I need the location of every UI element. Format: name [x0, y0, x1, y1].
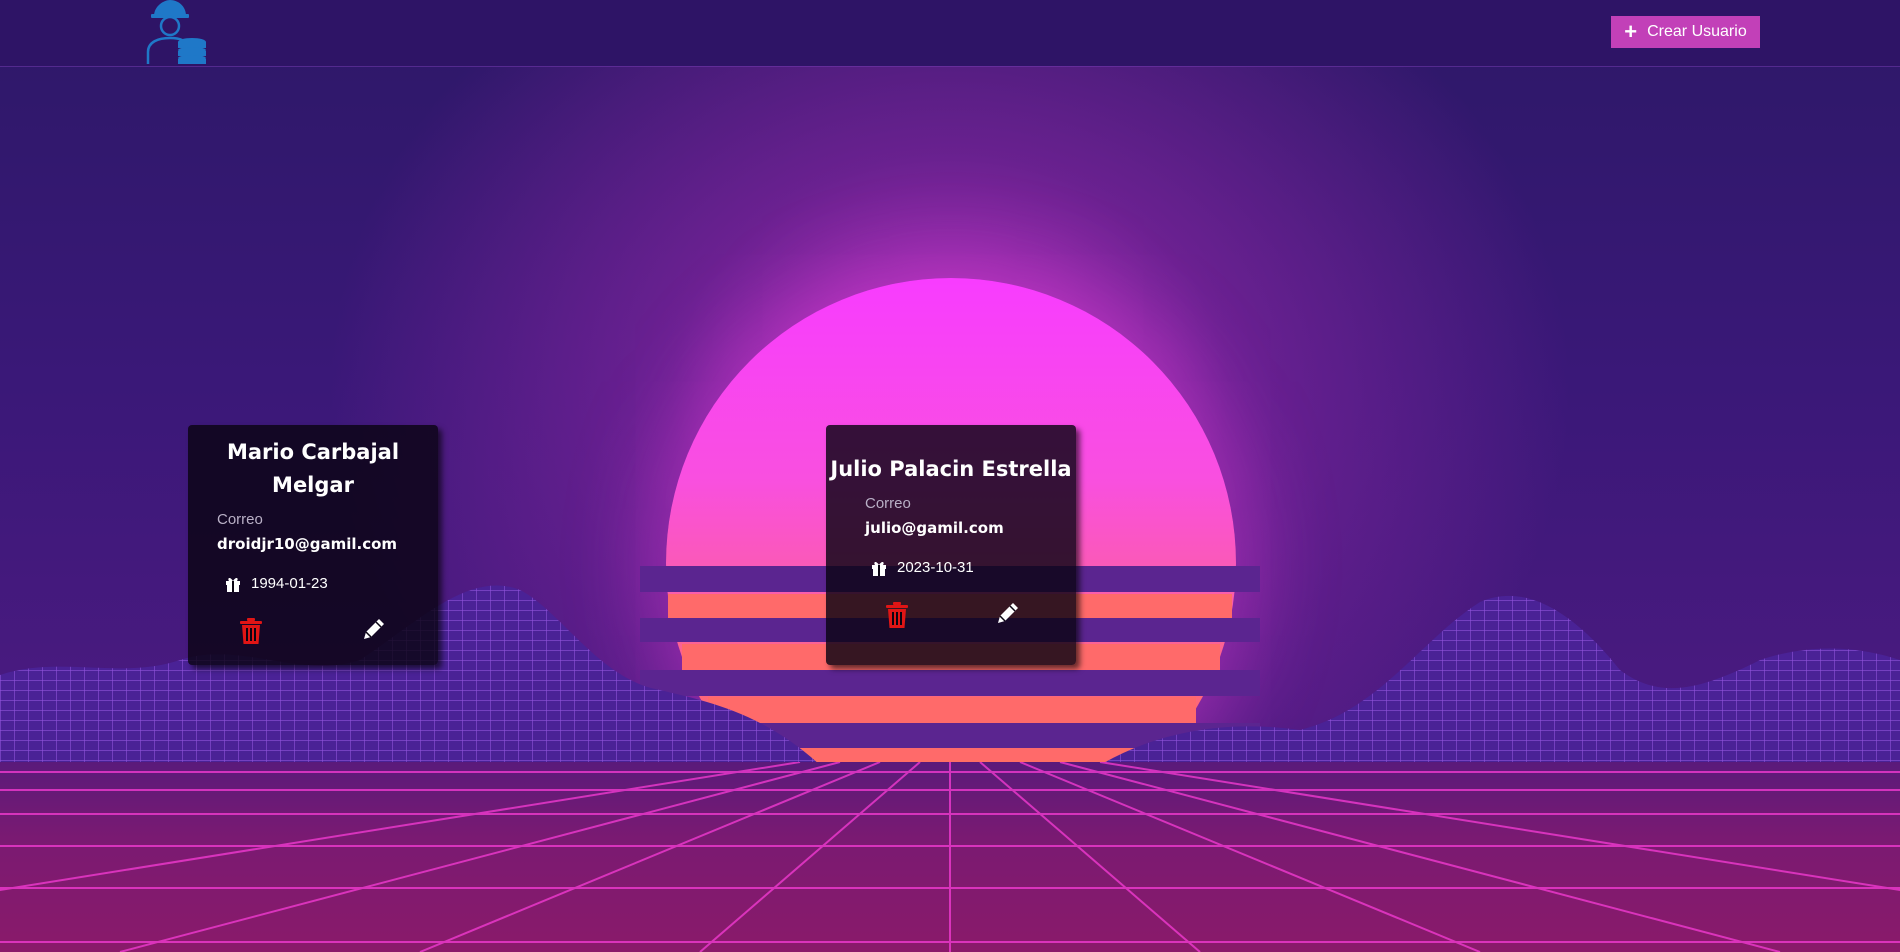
pencil-icon: [998, 603, 1018, 623]
grid-floor: [0, 762, 1900, 952]
user-card: Julio Palacin Estrella Correo julio@gami…: [826, 425, 1076, 665]
floor-grid-lines: [0, 762, 1900, 952]
gift-icon: [226, 577, 240, 592]
create-user-button[interactable]: + Crear Usuario: [1611, 16, 1760, 48]
user-name: Julio Palacin Estrella: [830, 457, 1072, 481]
engineer-database-icon[interactable]: [140, 0, 206, 66]
trash-icon: [240, 618, 262, 644]
user-email: droidjr10@gamil.com: [217, 535, 398, 553]
user-name: Mario Carbajal Melgar: [226, 440, 400, 497]
email-label: Correo: [217, 511, 263, 528]
user-birthdate: 1994-01-23: [251, 575, 328, 592]
gift-icon: [872, 561, 886, 576]
edit-user-button[interactable]: [992, 597, 1024, 629]
user-email: julio@gamil.com: [865, 519, 1004, 537]
email-label: Correo: [865, 495, 911, 512]
birthdate-row: 2023-10-31: [871, 559, 974, 576]
delete-user-button[interactable]: [881, 599, 913, 631]
pencil-icon: [364, 619, 384, 639]
user-card: Mario Carbajal Melgar Correo droidjr10@g…: [188, 425, 438, 665]
delete-user-button[interactable]: [235, 615, 267, 647]
plus-icon: +: [1624, 19, 1638, 44]
navbar: + Crear Usuario: [0, 0, 1900, 66]
birthdate-row: 1994-01-23: [225, 575, 328, 592]
edit-user-button[interactable]: [358, 613, 390, 645]
create-user-label: Crear Usuario: [1647, 23, 1747, 40]
user-birthdate: 2023-10-31: [897, 559, 974, 576]
trash-icon: [886, 602, 908, 628]
